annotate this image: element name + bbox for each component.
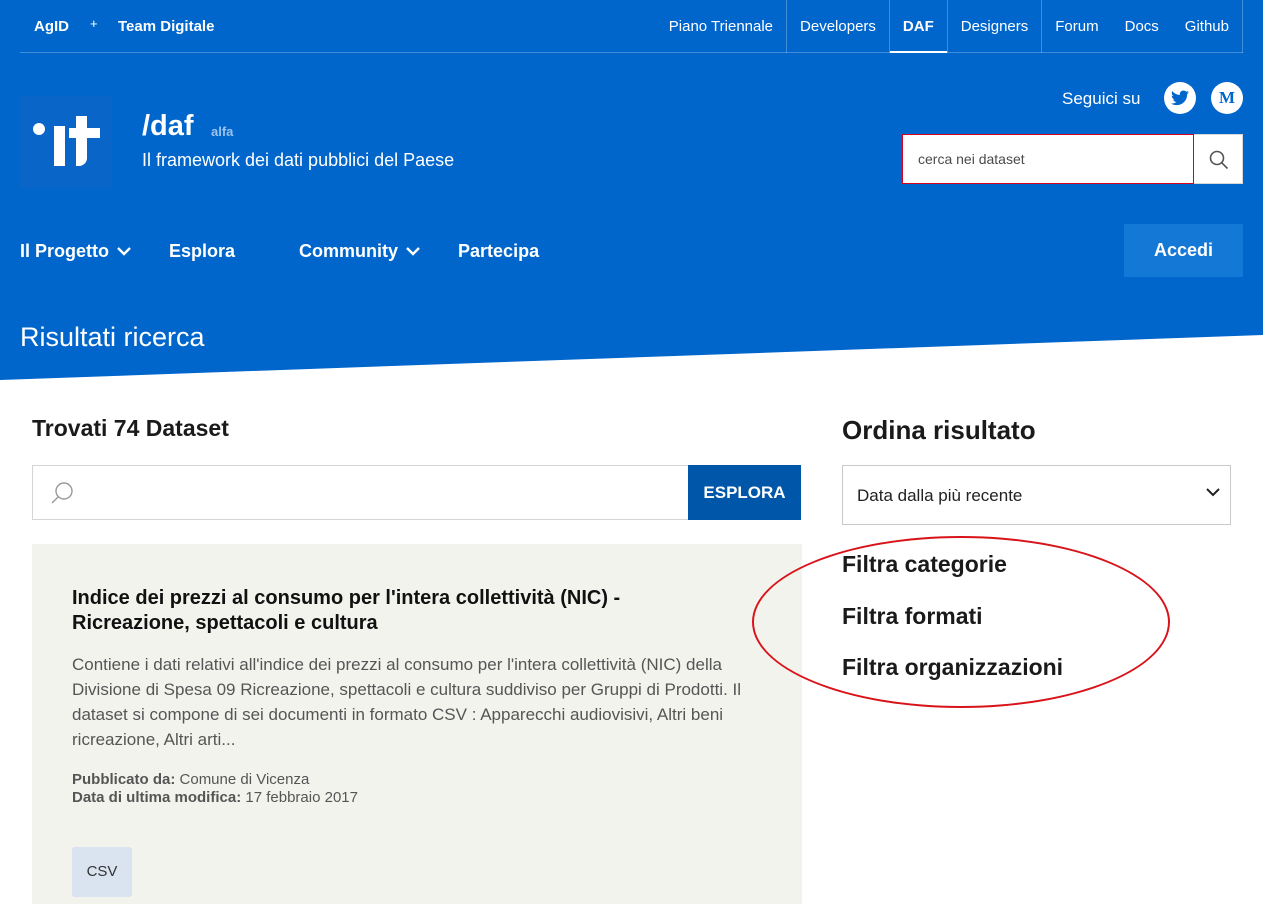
- modified-label: Data di ultima modifica:: [72, 789, 242, 806]
- logo-t-stem: [76, 116, 87, 166]
- nav-community[interactable]: Community: [299, 241, 420, 262]
- nav-partecipa[interactable]: Partecipa: [458, 241, 539, 262]
- top-link-docs[interactable]: Docs: [1112, 0, 1172, 53]
- top-link-developers[interactable]: Developers: [786, 0, 889, 53]
- nav-il-progetto[interactable]: Il Progetto: [20, 241, 131, 262]
- site-logo[interactable]: [20, 96, 112, 188]
- top-link-piano-triennale[interactable]: Piano Triennale: [656, 0, 786, 53]
- main-nav: Il Progetto Esplora Community Partecipa: [20, 224, 603, 278]
- published-label: Pubblicato da:: [72, 771, 176, 788]
- nav-community-label: Community: [299, 240, 399, 261]
- logo-t-bar: [69, 128, 100, 138]
- results-count: Trovati 74 Dataset: [32, 415, 229, 441]
- agid-link[interactable]: AgID: [34, 18, 69, 35]
- dataset-meta: Pubblicato da: Comune di Vicenza Data di…: [72, 771, 358, 807]
- twitter-icon[interactable]: [1164, 82, 1196, 114]
- site-subtitle: Il framework dei dati pubblici del Paese: [142, 150, 455, 170]
- filter-formati[interactable]: Filtra formati: [842, 603, 983, 630]
- nav-il-progetto-label: Il Progetto: [20, 240, 109, 261]
- dataset-title[interactable]: Indice dei prezzi al consumo per l'inter…: [72, 586, 712, 636]
- top-link-forum[interactable]: Forum: [1041, 0, 1111, 53]
- logo-i: [54, 126, 65, 166]
- filter-organizzazioni[interactable]: Filtra organizzazioni: [842, 654, 1063, 681]
- chevron-down-icon: [406, 246, 420, 256]
- header-search: [902, 134, 1243, 184]
- follow-label: Seguici su: [1062, 89, 1141, 108]
- alpha-badge: alfa: [211, 124, 234, 139]
- top-link-designers[interactable]: Designers: [946, 0, 1042, 53]
- explore-button[interactable]: ESPLORA: [688, 465, 801, 520]
- search-icon: [51, 482, 73, 504]
- explore-input[interactable]: [93, 474, 683, 512]
- explore-search-box: ESPLORA: [32, 465, 801, 520]
- site-title[interactable]: /daf: [142, 110, 194, 143]
- published-value: Comune di Vicenza: [179, 771, 310, 788]
- top-nav: Piano Triennale Developers DAF Designers…: [656, 0, 1243, 53]
- search-icon: [1209, 150, 1229, 170]
- page-title: Risultati ricerca: [20, 322, 205, 352]
- dataset-search-input[interactable]: [902, 134, 1194, 184]
- sort-select[interactable]: Data dalla più recente: [842, 465, 1231, 525]
- team-digitale-link[interactable]: Team Digitale: [118, 18, 214, 35]
- logo-dot: [33, 123, 45, 135]
- chevron-down-icon: [117, 246, 131, 256]
- login-button[interactable]: Accedi: [1124, 224, 1243, 277]
- dataset-description: Contiene i dati relativi all'indice dei …: [72, 655, 742, 749]
- dataset-card: Indice dei prezzi al consumo per l'inter…: [32, 544, 802, 904]
- medium-icon[interactable]: M: [1211, 82, 1243, 114]
- top-bar: AgID + Team Digitale Piano Triennale Dev…: [20, 0, 1243, 53]
- sort-title: Ordina risultato: [842, 415, 1036, 445]
- sort-selected-value: Data dalla più recente: [857, 486, 1023, 505]
- filter-categorie[interactable]: Filtra categorie: [842, 551, 1007, 578]
- modified-value: 17 febbraio 2017: [245, 789, 358, 806]
- search-button[interactable]: [1194, 134, 1243, 184]
- format-tag-csv[interactable]: CSV: [72, 847, 132, 897]
- nav-esplora[interactable]: Esplora: [169, 241, 235, 262]
- top-link-daf[interactable]: DAF: [888, 0, 947, 53]
- plus-separator: +: [90, 16, 98, 31]
- top-link-github[interactable]: Github: [1172, 0, 1243, 53]
- chevron-down-icon: [1206, 488, 1220, 497]
